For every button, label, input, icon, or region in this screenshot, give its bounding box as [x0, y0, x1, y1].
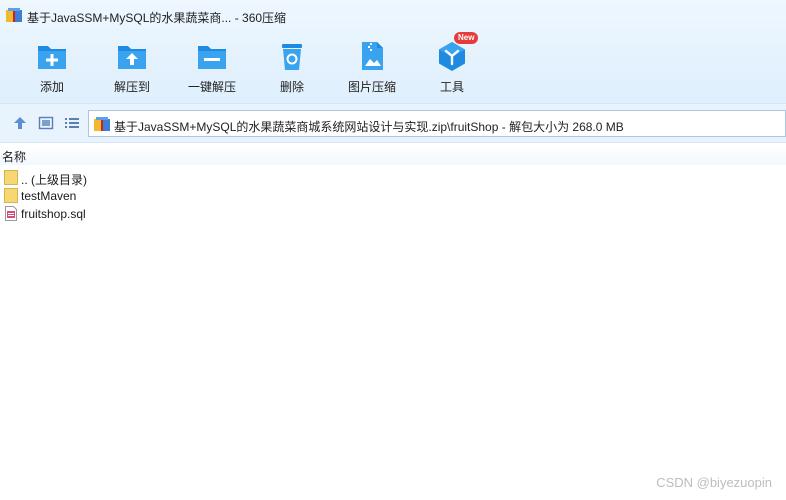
item-name: testMaven	[21, 189, 77, 203]
one-click-extract-icon	[198, 46, 226, 69]
view-list-icon[interactable]	[64, 115, 80, 131]
image-compress-button[interactable]: 图片压缩	[336, 36, 408, 98]
extract-to-label: 解压到	[113, 80, 150, 94]
folder-icon	[4, 188, 18, 203]
delete-icon	[282, 44, 302, 70]
archive-icon	[94, 117, 110, 131]
image-compress-icon	[362, 42, 383, 70]
extract-to-button[interactable]: 解压到	[96, 36, 168, 98]
sql-file-icon	[5, 206, 17, 221]
item-name: .. (上级目录)	[21, 173, 87, 187]
title-bar: 基于JavaSSM+MySQL的水果蔬菜商... - 360压缩	[0, 0, 786, 30]
toolbar: 添加 解压到 一键解压 删除 图片压缩 工具	[0, 36, 786, 98]
tools-button[interactable]: 工具	[416, 36, 488, 98]
add-button[interactable]: 添加	[16, 36, 88, 98]
navigation-bar: 基于JavaSSM+MySQL的水果蔬菜商城系统网站设计与实现.zip\frui…	[0, 103, 786, 143]
new-badge: New	[454, 32, 479, 44]
tools-label: 工具	[439, 80, 464, 94]
add-label: 添加	[39, 80, 64, 94]
list-item-parent-directory[interactable]: .. (上级目录)	[0, 169, 300, 187]
view-thumbnail-icon[interactable]	[38, 115, 54, 131]
top-area: 基于JavaSSM+MySQL的水果蔬菜商... - 360压缩 添加 解压到	[0, 0, 786, 103]
delete-label: 删除	[279, 80, 304, 94]
image-compress-label: 图片压缩	[347, 80, 396, 94]
list-item-testmaven[interactable]: testMaven	[0, 187, 300, 205]
folder-icon	[4, 170, 18, 185]
archive-app-icon	[6, 8, 22, 22]
one-click-extract-label: 一键解压	[187, 80, 236, 94]
list-header: 名称	[0, 145, 786, 165]
csdn-watermark: CSDN @biyezuopin	[656, 475, 772, 490]
item-name: fruitshop.sql	[21, 207, 86, 221]
add-icon	[38, 46, 66, 69]
address-bar[interactable]: 基于JavaSSM+MySQL的水果蔬菜商城系统网站设计与实现.zip\frui…	[88, 110, 786, 137]
up-arrow-icon[interactable]	[12, 115, 28, 131]
tools-icon	[439, 42, 465, 71]
window-title: 基于JavaSSM+MySQL的水果蔬菜商... - 360压缩	[27, 11, 287, 25]
address-path: 基于JavaSSM+MySQL的水果蔬菜商城系统网站设计与实现.zip\frui…	[114, 120, 624, 134]
list-item-fruitshop-sql[interactable]: fruitshop.sql	[0, 205, 300, 223]
delete-button[interactable]: 删除	[256, 36, 328, 98]
extract-to-icon	[118, 46, 146, 69]
one-click-extract-button[interactable]: 一键解压	[176, 36, 248, 98]
column-header-name[interactable]: 名称	[2, 148, 26, 165]
